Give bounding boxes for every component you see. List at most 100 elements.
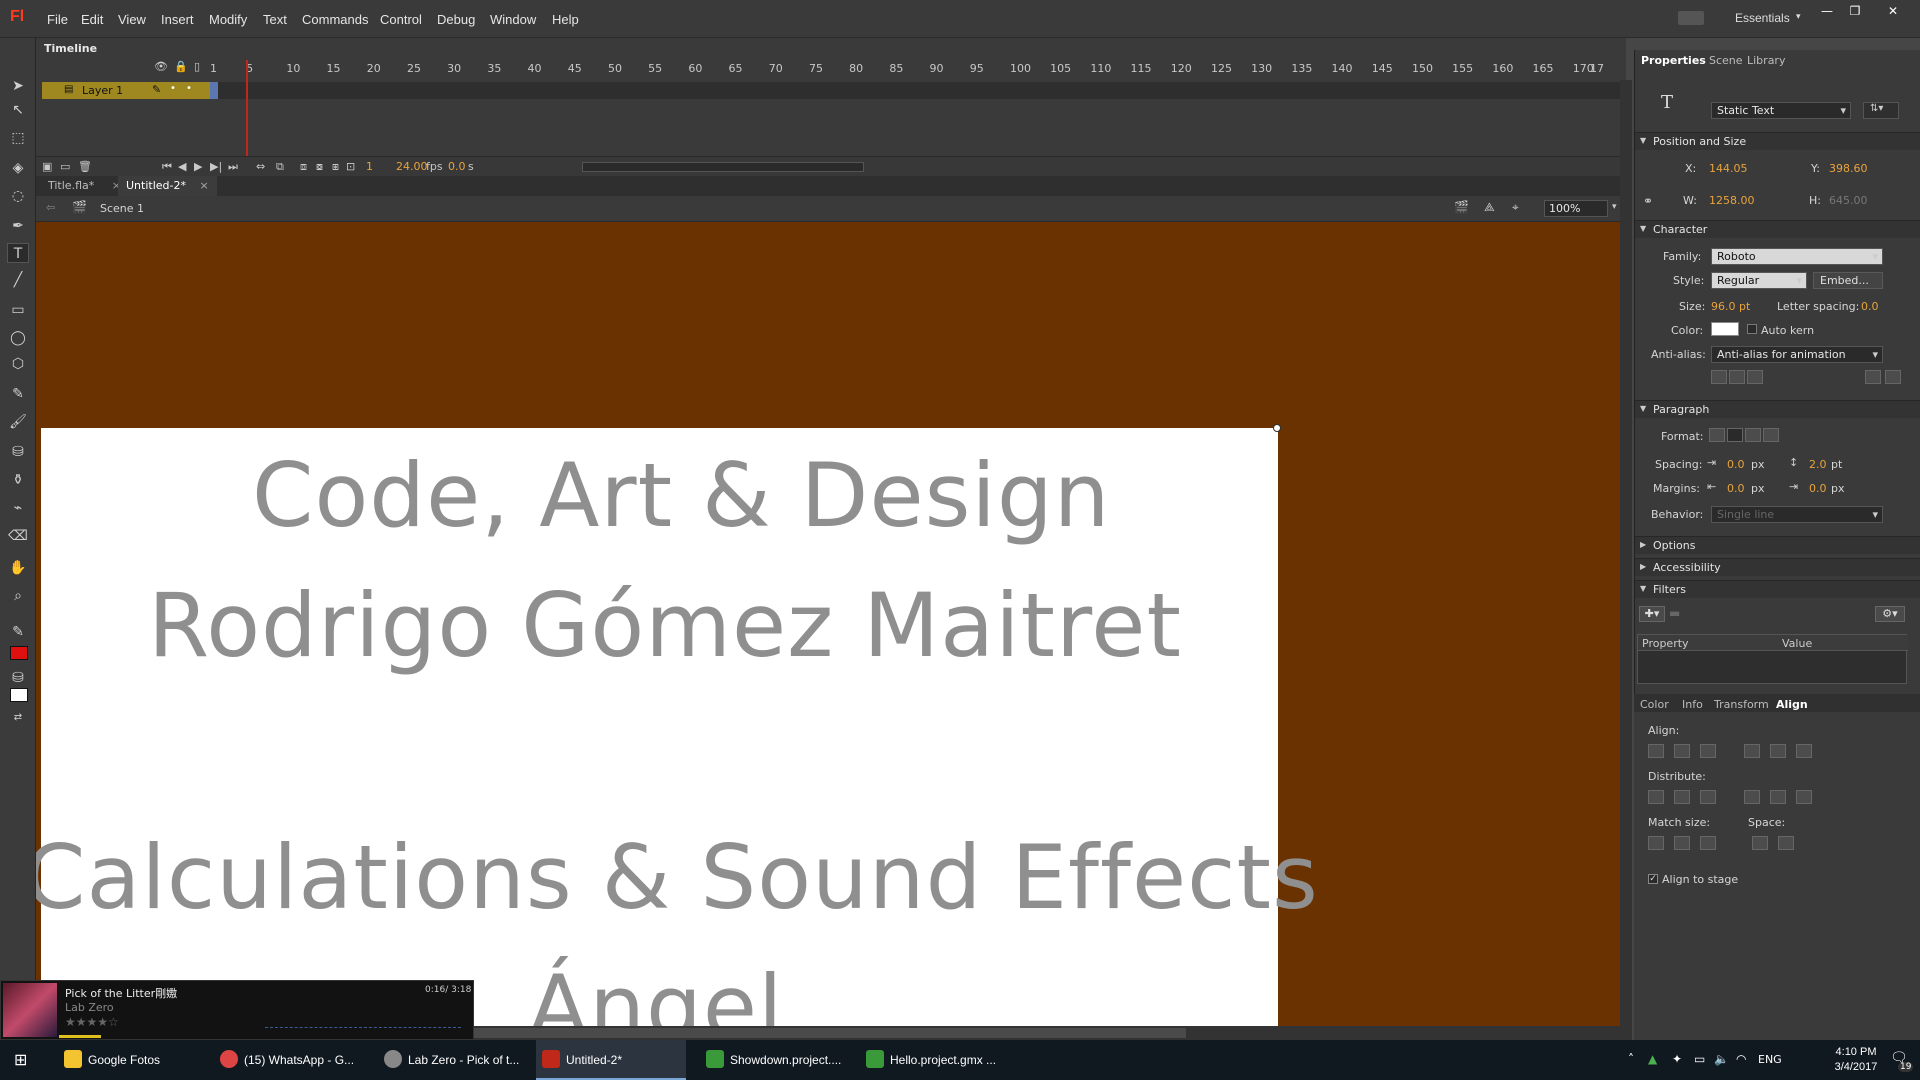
rating-stars[interactable]: ★★★★☆	[65, 1015, 119, 1029]
menu-text[interactable]: Text	[263, 12, 287, 27]
oval-tool-icon[interactable]: ◯	[7, 328, 29, 348]
layer-name-cell[interactable]: ▤ Layer 1 ✎ • •	[42, 82, 215, 99]
match-both-icon[interactable]	[1700, 836, 1716, 850]
section-filters[interactable]: Filters	[1635, 580, 1920, 598]
menu-modify[interactable]: Modify	[209, 12, 247, 27]
eyedropper-tool-icon[interactable]: ⌁	[7, 498, 29, 518]
seek-track[interactable]	[265, 1027, 461, 1028]
lock-icon[interactable]: 🔒	[174, 60, 188, 73]
section-position-size[interactable]: Position and Size	[1635, 132, 1920, 150]
stage-pasteboard[interactable]: Code, Art & Design Rodrigo Gómez Maitret…	[36, 222, 1620, 1026]
frame-rate[interactable]: 24.00	[396, 160, 428, 173]
ink-bottle-tool-icon[interactable]: ⚱	[7, 470, 29, 490]
taskbar-google-fotos[interactable]: Google Fotos	[58, 1040, 208, 1080]
eye-icon[interactable]: 👁	[154, 60, 168, 73]
lock-dot-icon[interactable]: •	[186, 83, 192, 94]
loop-icon[interactable]: ⇔	[256, 160, 265, 173]
tab-align[interactable]: Align	[1776, 698, 1808, 711]
auto-kern-checkbox[interactable]	[1747, 324, 1757, 334]
distribute-bottom-icon[interactable]	[1700, 790, 1716, 804]
stage-text-line-4[interactable]: Ángel	[528, 956, 1620, 1026]
first-frame-icon[interactable]: ⏮	[162, 160, 172, 174]
menu-help[interactable]: Help	[552, 12, 579, 27]
minimize-icon[interactable]: —	[1814, 2, 1840, 20]
stage-text-line-3[interactable]: Calculations & Sound Effects	[36, 826, 1424, 929]
menu-control[interactable]: Control	[380, 12, 422, 27]
w-value[interactable]: 1258.00	[1709, 194, 1755, 207]
filter-settings-icon[interactable]: ⚙▾	[1875, 606, 1905, 622]
subscript-icon[interactable]	[1885, 370, 1901, 384]
distribute-left-icon[interactable]	[1744, 790, 1760, 804]
distribute-top-icon[interactable]	[1648, 790, 1664, 804]
font-size-value[interactable]: 96.0 pt	[1711, 300, 1750, 313]
onion-outline-icon[interactable]: ⧈	[300, 160, 307, 174]
volume-icon[interactable]: 🔈	[1714, 1052, 1729, 1066]
subselection-tool-icon[interactable]: ↖	[7, 100, 29, 120]
space-vertical-icon[interactable]	[1752, 836, 1768, 850]
timeline-scrollbar[interactable]	[582, 162, 864, 172]
match-width-icon[interactable]	[1648, 836, 1664, 850]
tab-scene[interactable]: Scene	[1709, 54, 1743, 67]
rectangle-tool-icon[interactable]: ▭	[7, 300, 29, 320]
battery-icon[interactable]: ▭	[1694, 1052, 1705, 1066]
align-bottom-edge-icon[interactable]	[1796, 744, 1812, 758]
new-folder-icon[interactable]: ▭	[60, 160, 70, 173]
fill-color-swatch[interactable]	[10, 688, 28, 702]
onion-skin-icon[interactable]: ⧉	[276, 160, 284, 174]
distribute-vcenter-icon[interactable]	[1674, 790, 1690, 804]
sync-settings-icon[interactable]	[1678, 11, 1704, 25]
doc-tab-untitled[interactable]: Untitled-2* ×	[118, 176, 217, 196]
show-border-icon[interactable]	[1747, 370, 1763, 384]
x-value[interactable]: 144.05	[1709, 162, 1748, 175]
tab-library[interactable]: Library	[1747, 54, 1785, 67]
section-options[interactable]: Options	[1635, 536, 1920, 554]
doc-tab-title[interactable]: Title.fla* ×	[40, 176, 129, 196]
taskbar-untitled[interactable]: Untitled-2*	[536, 1040, 686, 1080]
vertical-scrollbar[interactable]	[1620, 80, 1632, 1026]
pencil-tool-icon[interactable]: ✎	[7, 384, 29, 404]
justify-icon[interactable]	[1763, 428, 1779, 442]
font-style-select[interactable]: Regular	[1711, 272, 1807, 289]
visible-dot-icon[interactable]: •	[170, 83, 176, 94]
align-top-edge-icon[interactable]	[1744, 744, 1760, 758]
hand-tool-icon[interactable]: ✋	[7, 558, 29, 578]
3d-rotation-tool-icon[interactable]: ◈	[7, 158, 29, 178]
next-frame-icon[interactable]: ▶|	[210, 160, 222, 173]
zoom-tool-icon[interactable]: ⌕	[7, 586, 29, 606]
elapsed-time[interactable]: 0.0	[448, 160, 466, 173]
font-family-select[interactable]: Roboto	[1711, 248, 1883, 265]
playhead[interactable]	[246, 60, 248, 160]
section-accessibility[interactable]: Accessibility	[1635, 558, 1920, 576]
layer-label[interactable]: Layer 1	[82, 84, 123, 97]
taskbar-showdown[interactable]: Showdown.project....	[700, 1040, 850, 1080]
language-indicator[interactable]: ENG	[1758, 1053, 1782, 1066]
drive-icon[interactable]: ▲	[1648, 1052, 1657, 1066]
swap-colors-icon[interactable]: ⇄	[7, 708, 29, 728]
menu-window[interactable]: Window	[490, 12, 536, 27]
close-icon[interactable]: ✕	[1880, 2, 1906, 20]
space-horizontal-icon[interactable]	[1778, 836, 1794, 850]
align-right-icon[interactable]	[1745, 428, 1761, 442]
frame-ruler[interactable]: 1 5 10 15 20 25 30 35 40 45 50 55 60 65 70 75 80 85 90 95 10…	[210, 60, 1626, 76]
menu-insert[interactable]: Insert	[161, 12, 194, 27]
scene-label[interactable]: Scene 1	[100, 202, 144, 215]
tab-properties[interactable]: Properties	[1641, 54, 1706, 67]
filters-table[interactable]: Property Value	[1637, 634, 1908, 684]
edit-scene-icon[interactable]: 🎬	[1454, 200, 1469, 214]
align-left-icon[interactable]	[1709, 428, 1725, 442]
distribute-hcenter-icon[interactable]	[1770, 790, 1786, 804]
menu-debug[interactable]: Debug	[437, 12, 475, 27]
align-left-edge-icon[interactable]	[1648, 744, 1664, 758]
windows-start-icon[interactable]: ⊞	[14, 1050, 27, 1069]
distribute-right-icon[interactable]	[1796, 790, 1812, 804]
menu-view[interactable]: View	[118, 12, 146, 27]
fill-color-icon[interactable]: ⛁	[7, 668, 29, 688]
pen-tool-icon[interactable]: ✒	[7, 216, 29, 236]
delete-layer-icon[interactable]: 🗑	[78, 160, 92, 173]
stage-text-line-1[interactable]: Code, Art & Design	[252, 444, 1620, 547]
text-color-swatch[interactable]	[1711, 322, 1739, 336]
superscript-icon[interactable]	[1865, 370, 1881, 384]
letter-spacing-value[interactable]: 0.0	[1861, 300, 1879, 313]
prev-frame-icon[interactable]: ◀	[178, 160, 186, 173]
timeline-tab[interactable]: Timeline	[44, 42, 97, 55]
